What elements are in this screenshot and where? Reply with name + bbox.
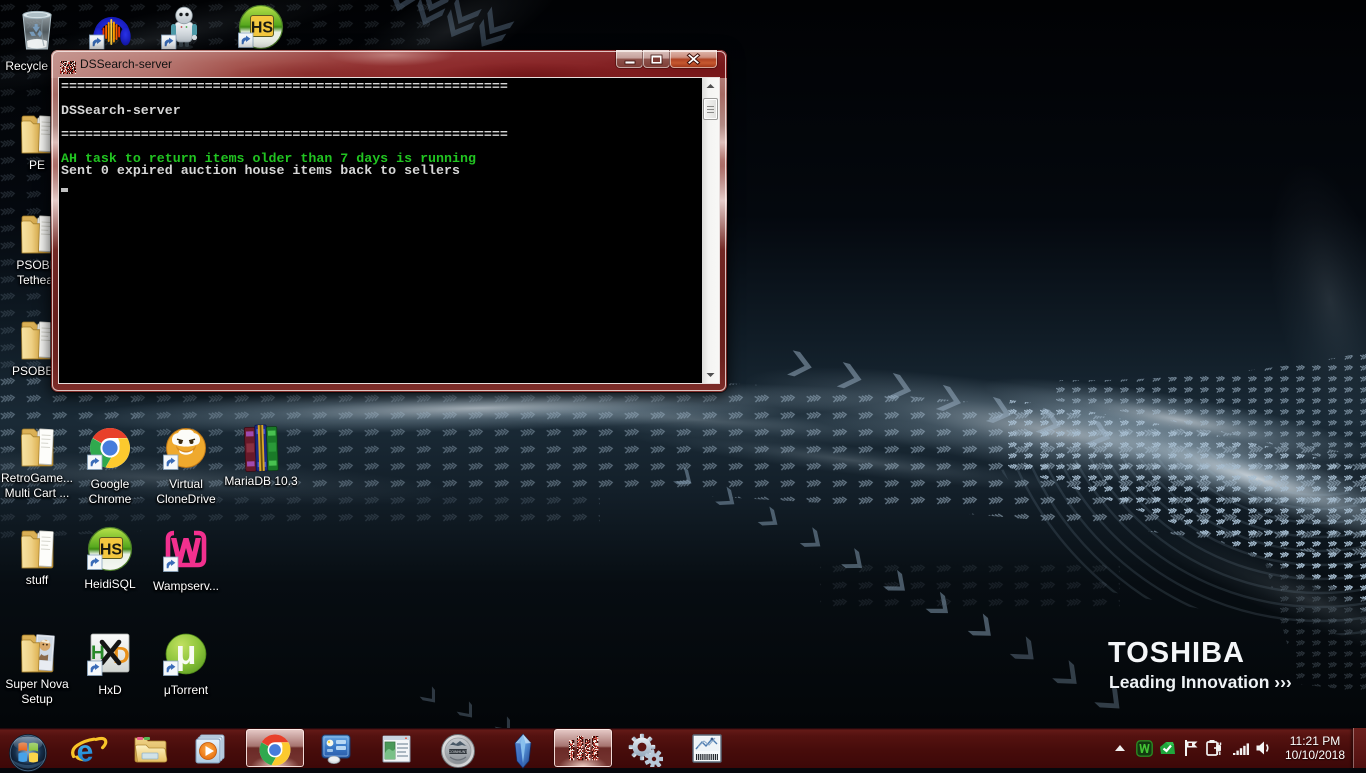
svg-text:e: e	[75, 735, 94, 767]
svg-text:TOSHIBA: TOSHIBA	[1108, 637, 1245, 669]
svg-text:COINHUNT: COINHUNT	[449, 750, 469, 754]
svg-text:Leading Innovation ›››: Leading Innovation ›››	[1109, 672, 1292, 692]
